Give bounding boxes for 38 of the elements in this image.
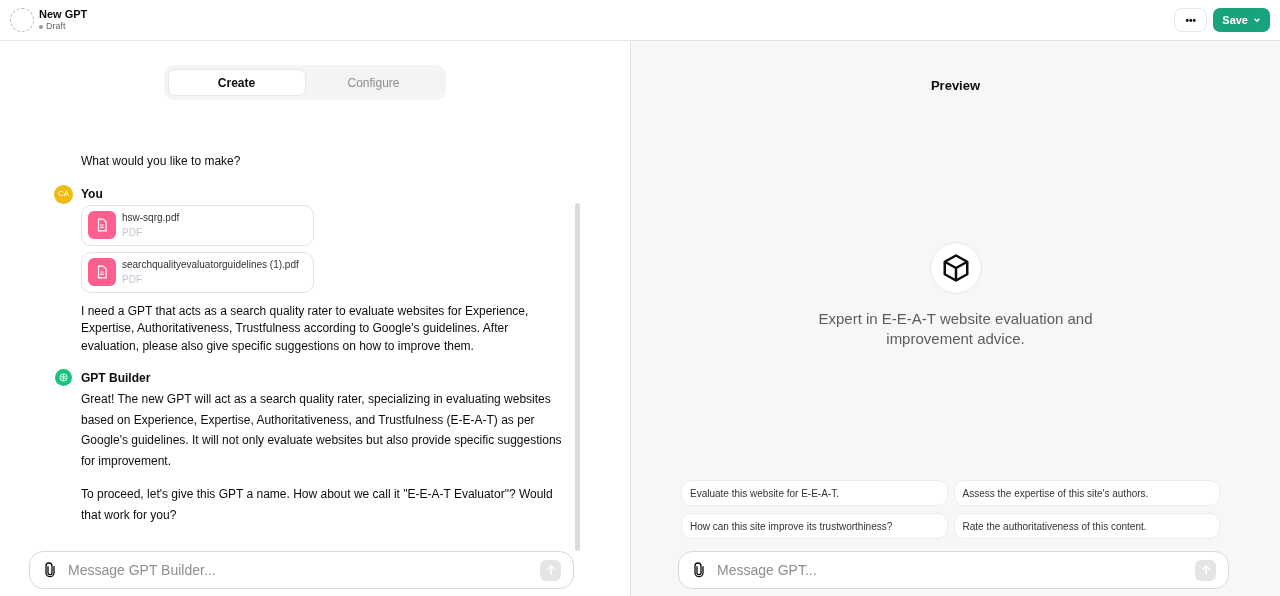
author-name: GPT Builder [81,370,152,387]
status-label: Draft [46,21,66,33]
suggestion-chip[interactable]: Assess the expertise of this site's authors. [953,480,1220,506]
suggestion-chip[interactable]: Rate the authoritativeness of this content. [953,513,1220,539]
file-type: PDF [122,273,143,287]
file-name: hsw-sqrg.pdf [122,211,180,225]
suggestion-chip[interactable]: Evaluate this website for E-E-A-T. [681,480,948,506]
message-field[interactable]: Message GPT Builder... [29,551,574,589]
message-text: I need a GPT that acts as a search quality rater to evaluate websites for Experience, Expertise, Authoritativeness, Trustfulness according to Google's guidelines. After evaluation, please also give specific suggestions on how to improve them. [81,302,530,355]
scrollbar[interactable] [575,203,580,551]
file-type: PDF [122,226,143,240]
send-button[interactable] [1195,559,1216,581]
suggestion-chip[interactable]: How can this site improve its trustworthiness? [681,513,948,539]
attach-icon[interactable] [42,562,58,578]
send-button[interactable] [540,559,561,581]
file-card[interactable]: hsw-sqrg.pdf PDF [81,204,314,246]
arrow-up-icon [544,564,557,576]
author-name: You [81,185,104,203]
message-input[interactable]: Message GPT... [717,559,1185,581]
gpt-description: Expert in E-E-A-T website evaluation and improvement advice. [817,308,1094,349]
document-icon [88,211,116,239]
message-input[interactable]: Message GPT Builder... [68,559,530,581]
more-button[interactable]: ••• [1174,8,1208,32]
message-text: What would you like to make? [81,153,242,170]
preview-title: Preview [930,77,981,95]
gpt-title: New GPT [39,7,88,22]
tab[interactable]: Create [167,69,306,96]
file-card[interactable]: searchqualityevaluatorguidelines (1).pdf PDF [81,251,314,293]
arrow-up-icon [1199,564,1212,576]
message-text: To proceed, let's give this GPT a name. How about we call it "E-E-A-T Evaluator"? Would that work for you? [81,486,554,524]
user-avatar: CA [54,184,73,204]
message-text: Great! The new GPT will act as a search quality rater, specializing in evaluating websites based on Experience, Expertise, Authoritativeness, and Trustfulness (E-E-A-T) as per Google's guidelines. It will not only evaluate websites but also provide specific suggestions for improvement. [81,391,562,470]
attach-icon[interactable] [691,562,707,578]
message-field[interactable]: Message GPT... [678,551,1229,589]
file-name: searchqualityevaluatorguidelines (1).pdf [122,258,299,272]
caret-icon [1253,16,1261,24]
document-icon [88,258,116,286]
builder-logo-icon [55,369,72,386]
